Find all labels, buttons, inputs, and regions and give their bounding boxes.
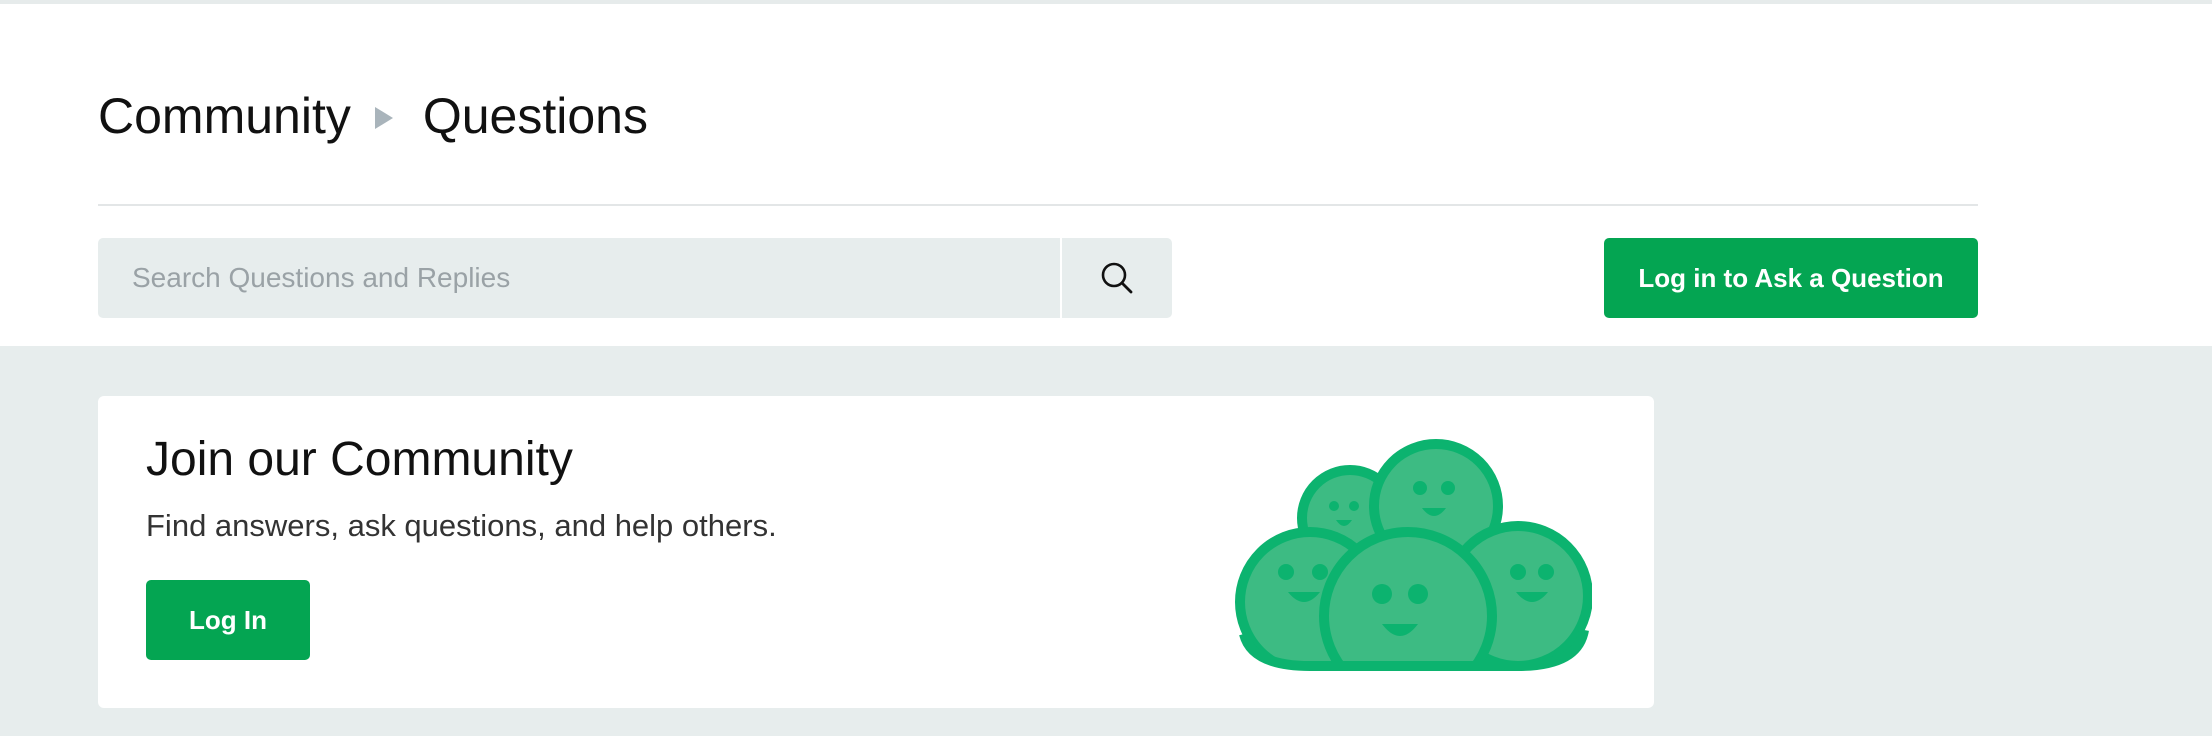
breadcrumb-community-link[interactable]: Community xyxy=(98,87,351,145)
header-divider xyxy=(98,204,1978,206)
breadcrumb: Community Questions xyxy=(98,82,648,150)
card-title: Join our Community xyxy=(146,433,573,486)
search-bar xyxy=(98,238,1172,318)
breadcrumb-separator-icon xyxy=(374,107,393,129)
community-faces-illustration xyxy=(1222,439,1592,674)
ask-question-button[interactable]: Log in to Ask a Question xyxy=(1604,238,1978,318)
search-input[interactable] xyxy=(98,238,1060,318)
search-button[interactable] xyxy=(1062,238,1172,318)
join-community-card: Join our Community Find answers, ask que… xyxy=(98,396,1654,708)
page-header: Community Questions Log in to Ask a Ques… xyxy=(0,4,2212,346)
login-button[interactable]: Log In xyxy=(146,580,310,660)
search-icon xyxy=(1101,262,1133,294)
card-subtitle: Find answers, ask questions, and help ot… xyxy=(146,508,777,543)
content-area: Join our Community Find answers, ask que… xyxy=(0,346,2212,736)
breadcrumb-questions: Questions xyxy=(422,88,648,144)
